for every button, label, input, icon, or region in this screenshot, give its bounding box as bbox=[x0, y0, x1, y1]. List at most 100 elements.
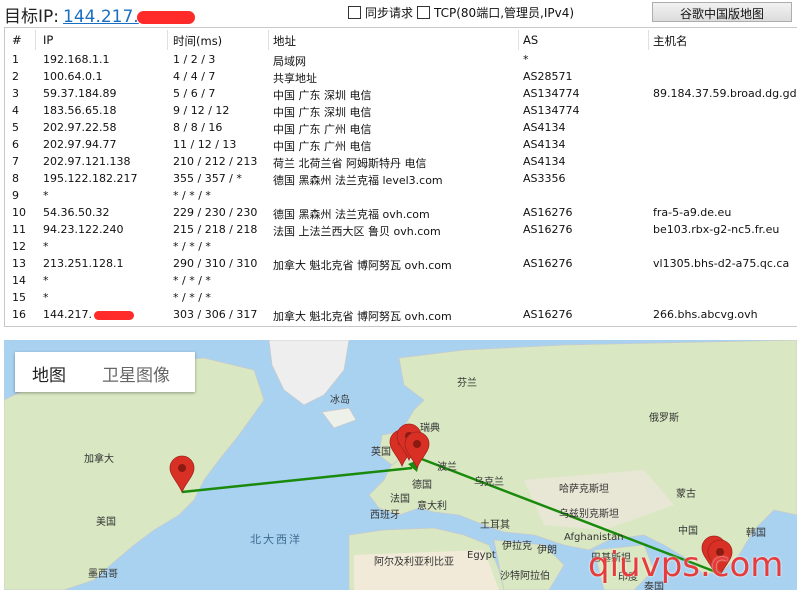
table-row[interactable]: 15 * * / * / * bbox=[5, 290, 797, 307]
ip-redaction-mask bbox=[136, 10, 195, 24]
cell-hostname: 89.184.37.59.broad.dg.gd.dyna bbox=[653, 87, 797, 100]
cell-ip: 100.64.0.1 bbox=[43, 70, 103, 83]
map-label: 波兰 bbox=[437, 462, 457, 473]
cell-time: 229 / 230 / 230 bbox=[173, 206, 258, 219]
map-label: 韩国 bbox=[746, 528, 766, 539]
cell-hostname: fra-5-a9.de.eu bbox=[653, 206, 732, 219]
table-row[interactable]: 16 144.217. 303 / 306 / 317 加拿大 魁北克省 博阿努瓦 o… bbox=[5, 307, 797, 324]
table-row[interactable]: 4 183.56.65.18 9 / 12 / 12 中国 广东 深圳 电信 AS134… bbox=[5, 103, 797, 120]
cell-address: 中国 广东 深圳 电信 bbox=[273, 89, 372, 102]
tab-satellite[interactable]: 卫星图像 bbox=[102, 361, 170, 386]
sync-request-checkbox[interactable]: 同步请求 bbox=[348, 4, 413, 21]
column-header-hostname[interactable]: 主机名 bbox=[653, 33, 688, 49]
cell-ip: 192.168.1.1 bbox=[43, 53, 110, 66]
ip-redaction-mask bbox=[94, 311, 134, 320]
cell-time: 11 / 12 / 13 bbox=[173, 138, 237, 151]
map-label: 利比亚 bbox=[424, 557, 454, 568]
cell-as: AS134774 bbox=[523, 104, 580, 117]
column-header-address[interactable]: 地址 bbox=[273, 33, 296, 49]
cell-time: 355 / 357 / * bbox=[173, 172, 242, 185]
map-label: 阿尔及利亚 bbox=[374, 557, 424, 568]
cell-time: 303 / 306 / 317 bbox=[173, 308, 258, 321]
cell-address: 德国 黑森州 法兰克福 ovh.com bbox=[273, 208, 430, 221]
table-row[interactable]: 12 * * / * / * bbox=[5, 239, 797, 256]
cell-as: AS4134 bbox=[523, 138, 566, 151]
map-label: Afghanistan bbox=[564, 532, 624, 543]
table-row[interactable]: 3 59.37.184.89 5 / 6 / 7 中国 广东 深圳 电信 AS13477… bbox=[5, 86, 797, 103]
map-label: 土耳其 bbox=[480, 520, 510, 531]
cell-ip: 202.97.94.77 bbox=[43, 138, 117, 151]
column-header-index[interactable]: # bbox=[12, 33, 22, 47]
table-row[interactable]: 6 202.97.94.77 11 / 12 / 13 中国 广东 广州 电信 AS41… bbox=[5, 137, 797, 154]
tab-map[interactable]: 地图 bbox=[32, 361, 66, 386]
cell-address: 加拿大 魁北克省 博阿努瓦 ovh.com bbox=[273, 259, 452, 272]
cell-as: AS28571 bbox=[523, 70, 573, 83]
cell-address: 德国 黑森州 法兰克福 level3.com bbox=[273, 174, 443, 187]
map-label: 德国 bbox=[412, 480, 432, 491]
column-header-as[interactable]: AS bbox=[523, 33, 538, 47]
table-row[interactable]: 7 202.97.121.138 210 / 212 / 213 荷兰 北荷兰省 阿姆… bbox=[5, 154, 797, 171]
trace-table: # IP 时间(ms) 地址 AS 主机名 1 192.168.1.1 1 / 2 … bbox=[4, 27, 797, 327]
tcp-mode-checkbox[interactable]: TCP(80端口,管理员,IPv4) bbox=[417, 4, 574, 21]
cell-ip: 94.23.122.240 bbox=[43, 223, 124, 236]
cell-as: AS16276 bbox=[523, 308, 573, 321]
map-label: 芬兰 bbox=[457, 378, 477, 389]
map-label: Egypt bbox=[467, 550, 496, 561]
checkbox-icon[interactable] bbox=[417, 6, 430, 19]
cell-time: * / * / * bbox=[173, 274, 211, 287]
cell-index: 15 bbox=[12, 291, 26, 304]
cell-index: 14 bbox=[12, 274, 26, 287]
table-row[interactable]: 2 100.64.0.1 4 / 4 / 7 共享地址 AS28571 bbox=[5, 69, 797, 86]
table-row[interactable]: 10 54.36.50.32 229 / 230 / 230 德国 黑森州 法兰克福 … bbox=[5, 205, 797, 222]
column-header-ip[interactable]: IP bbox=[43, 33, 53, 47]
map-label: 伊拉克 bbox=[502, 541, 532, 552]
cell-ip: 195.122.182.217 bbox=[43, 172, 138, 185]
cell-index: 13 bbox=[12, 257, 26, 270]
cell-index: 5 bbox=[12, 121, 19, 134]
table-row[interactable]: 1 192.168.1.1 1 / 2 / 3 局域网 * bbox=[5, 52, 797, 69]
cell-index: 6 bbox=[12, 138, 19, 151]
google-china-map-button[interactable]: 谷歌中国版地图 bbox=[652, 2, 792, 22]
map-label: 美国 bbox=[96, 517, 116, 528]
table-row[interactable]: 8 195.122.182.217 355 / 357 / * 德国 黑森州 法兰克福… bbox=[5, 171, 797, 188]
cell-time: 5 / 6 / 7 bbox=[173, 87, 216, 100]
cell-time: * / * / * bbox=[173, 240, 211, 253]
table-row[interactable]: 9 * * / * / * bbox=[5, 188, 797, 205]
map-type-tabs: 地图 卫星图像 bbox=[15, 352, 195, 392]
table-row[interactable]: 13 213.251.128.1 290 / 310 / 310 加拿大 魁北克省 博… bbox=[5, 256, 797, 273]
table-row[interactable]: 5 202.97.22.58 8 / 8 / 16 中国 广东 广州 电信 AS4134 bbox=[5, 120, 797, 137]
cell-time: 210 / 212 / 213 bbox=[173, 155, 258, 168]
map-label: 英国 bbox=[371, 447, 391, 458]
cell-index: 2 bbox=[12, 70, 19, 83]
cell-time: * / * / * bbox=[173, 291, 211, 304]
cell-ip: * bbox=[43, 274, 49, 287]
map-label: 乌兹别克斯坦 bbox=[559, 509, 619, 520]
cell-index: 8 bbox=[12, 172, 19, 185]
checkbox-icon[interactable] bbox=[348, 6, 361, 19]
cell-as: AS16276 bbox=[523, 257, 573, 270]
cell-index: 1 bbox=[12, 53, 19, 66]
map-label: 沙特阿拉伯 bbox=[500, 571, 550, 582]
map-label: 蒙古 bbox=[676, 489, 696, 500]
cell-index: 10 bbox=[12, 206, 26, 219]
table-row[interactable]: 14 * * / * / * bbox=[5, 273, 797, 290]
target-ip-link[interactable]: 144.217. bbox=[63, 7, 195, 27]
iceland-landmass bbox=[321, 407, 357, 429]
cell-hostname: 266.bhs.abcvg.ovh bbox=[653, 308, 758, 321]
cell-time: 215 / 218 / 218 bbox=[173, 223, 258, 236]
cell-ip: 183.56.65.18 bbox=[43, 104, 117, 117]
map-label: 冰岛 bbox=[330, 395, 350, 406]
header: 目标IP: 144.217. 同步请求 TCP(80端口,管理员,IPv4) 谷歌… bbox=[0, 0, 797, 27]
cell-hostname: be103.rbx-g2-nc5.fr.eu bbox=[653, 223, 780, 236]
watermark: qiuvps.com bbox=[588, 545, 784, 585]
table-row[interactable]: 11 94.23.122.240 215 / 218 / 218 法国 上法兰西大区 … bbox=[5, 222, 797, 239]
cell-as: AS3356 bbox=[523, 172, 566, 185]
cell-index: 7 bbox=[12, 155, 19, 168]
map-label: 加拿大 bbox=[84, 454, 114, 465]
column-header-time[interactable]: 时间(ms) bbox=[173, 33, 222, 49]
map-label: 乌克兰 bbox=[474, 477, 504, 488]
cell-address: 中国 广东 广州 电信 bbox=[273, 123, 372, 136]
north-america-landmass bbox=[4, 357, 265, 590]
cell-ip: * bbox=[43, 189, 49, 202]
cell-as: AS4134 bbox=[523, 155, 566, 168]
